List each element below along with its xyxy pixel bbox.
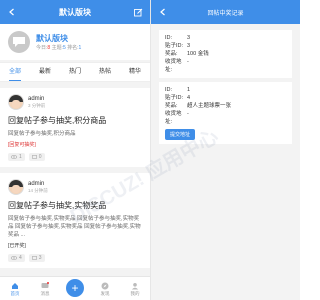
tab-all[interactable]: 全部: [0, 63, 30, 81]
comment-icon: [31, 255, 37, 260]
forum-header: 默认版块 今日:8 主题:5 排名:1: [0, 24, 150, 60]
user-icon: [130, 281, 140, 291]
prize-record: ID: 3 贴子ID: 3 奖品: 100 金钱 收货地址: -: [159, 30, 292, 78]
forum-name: 默认版块: [36, 33, 68, 43]
eye-icon: [11, 155, 17, 159]
replies-count: 0: [28, 153, 45, 161]
tabbar-home[interactable]: 首页: [0, 281, 30, 297]
post-status-tag: [回复可抽奖]: [8, 142, 36, 148]
post-card[interactable]: admin 14 分钟前 回复帖子参与抽奖,实物奖品 回复帖子参与抽奖,实物奖品…: [0, 173, 150, 268]
submit-address-button[interactable]: 提交地址: [165, 129, 196, 140]
add-icon: +: [66, 278, 84, 297]
top-navbar: 回帖中奖记录: [151, 0, 300, 24]
post-excerpt: 回复帖子参与抽奖,实物奖品 回复帖子参与抽奖,实物奖品 回复帖子参与抽奖,实物奖…: [8, 216, 141, 238]
record-address: -: [187, 59, 189, 65]
home-icon: [10, 281, 20, 291]
avatar[interactable]: [8, 179, 24, 195]
record-prize: 100 金钱: [187, 51, 209, 57]
back-icon[interactable]: [6, 6, 18, 18]
record-thread-id: 3: [187, 43, 191, 49]
tab-hot-threads[interactable]: 热帖: [90, 63, 120, 81]
tabbar-new-post[interactable]: +: [60, 278, 90, 297]
top-navbar: 默认版块: [0, 0, 150, 24]
forum-chat-icon: [8, 31, 30, 53]
tab-latest[interactable]: 最新: [30, 63, 60, 81]
post-time: 14 分钟前: [28, 187, 48, 193]
record-prize: 超人主题球票一张: [187, 103, 232, 109]
post-card[interactable]: admin 3 分钟前 回复帖子参与抽奖,积分商品 回复帖子参与抽奖,积分商品 …: [0, 88, 150, 167]
post-excerpt: 回复帖子参与抽奖,积分商品: [8, 131, 76, 137]
post-title[interactable]: 回复帖子参与抽奖,实物奖品: [8, 201, 142, 211]
comment-icon: [31, 154, 37, 159]
record-id: 1: [187, 87, 191, 93]
tab-popular[interactable]: 热门: [60, 63, 90, 81]
message-icon: [40, 281, 50, 291]
post-filter-tabs: 全部 最新 热门 热帖 精华: [0, 62, 150, 82]
tabbar-profile[interactable]: 我的: [120, 281, 150, 297]
page-title: 回帖中奖记录: [207, 10, 244, 17]
compass-icon: [100, 281, 110, 291]
prize-record: ID: 1 贴子ID: 4 奖品: 超人主题球票一张 收货地址: - 提交地址: [159, 82, 292, 144]
page-title: 默认版块: [59, 7, 91, 17]
replies-count: 3: [28, 254, 45, 262]
post-status-tag: [已开奖]: [8, 243, 26, 249]
back-icon[interactable]: [157, 6, 169, 18]
record-address: -: [187, 111, 189, 117]
views-count: 1: [8, 153, 25, 161]
record-thread-id: 4: [187, 95, 191, 101]
post-author[interactable]: admin: [28, 181, 48, 188]
tabbar-discover[interactable]: 发现: [90, 281, 120, 297]
forum-stats: 今日:8 主题:5 排名:1: [36, 44, 82, 51]
post-time: 3 分钟前: [28, 102, 46, 108]
forum-board-screen: 默认版块 默认版块 今日:8 主题:5 排名:1 全部 最新 热门 热帖 精华 …: [0, 0, 150, 300]
eye-icon: [11, 256, 17, 260]
post-title[interactable]: 回复帖子参与抽奖,积分商品: [8, 116, 142, 126]
reply-prize-records-screen: 回帖中奖记录 ID: 3 贴子ID: 3 奖品: 100 金钱 收货地址: - ID: 1…: [150, 0, 300, 300]
avatar[interactable]: [8, 94, 24, 110]
edit-post-icon[interactable]: [132, 6, 144, 18]
bottom-tabbar: 首页 消息 + 发现 我的: [0, 276, 150, 300]
record-id: 3: [187, 35, 191, 41]
post-author[interactable]: admin: [28, 96, 45, 103]
tab-featured[interactable]: 精华: [120, 63, 150, 81]
views-count: 4: [8, 254, 25, 262]
tabbar-messages[interactable]: 消息: [30, 281, 60, 297]
